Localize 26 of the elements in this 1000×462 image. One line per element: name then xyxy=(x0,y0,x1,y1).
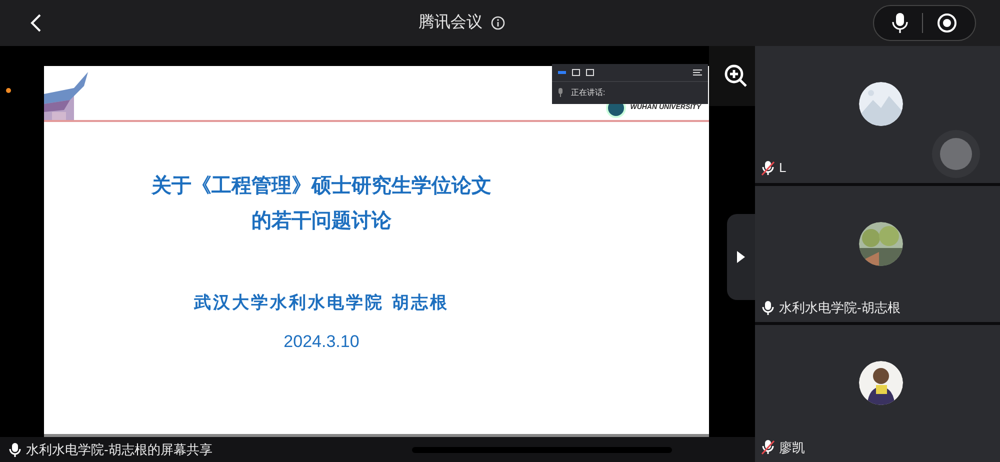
floating-button[interactable] xyxy=(932,130,980,178)
mic-icon xyxy=(761,300,775,316)
share-label: 水利水电学院-胡志根的屏幕共享 xyxy=(26,440,212,459)
info-icon[interactable] xyxy=(490,16,504,30)
participant-name: L xyxy=(779,159,786,178)
layout-option-icon[interactable] xyxy=(586,69,594,76)
meeting-title: 腾讯会议 xyxy=(418,12,482,33)
muted-mic-icon xyxy=(761,160,775,176)
slide-date: 2024.3.10 xyxy=(284,330,360,352)
zoom-in-icon[interactable] xyxy=(724,64,748,88)
slide-title: 关于《工程管理》硕士研究生学位论文 xyxy=(152,174,492,199)
slide-author: 武汉大学水利水电学院 胡志根 xyxy=(194,292,449,315)
layout-option-icon[interactable] xyxy=(572,69,580,76)
record-icon[interactable] xyxy=(937,13,957,33)
muted-mic-icon xyxy=(761,439,775,456)
mic-icon xyxy=(8,442,22,458)
speaking-label: 正在讲话: xyxy=(571,86,606,98)
mic-icon xyxy=(558,88,563,97)
mic-icon[interactable] xyxy=(892,12,908,34)
back-icon[interactable] xyxy=(30,13,42,33)
menu-icon[interactable] xyxy=(693,69,702,76)
play-icon xyxy=(737,250,745,262)
participant-name: 廖凯 xyxy=(779,438,805,457)
slide-title: 的若干问题讨论 xyxy=(252,209,392,234)
participant-name: 水利水电学院-胡志根 xyxy=(779,298,900,317)
expand-tab[interactable] xyxy=(727,214,755,300)
